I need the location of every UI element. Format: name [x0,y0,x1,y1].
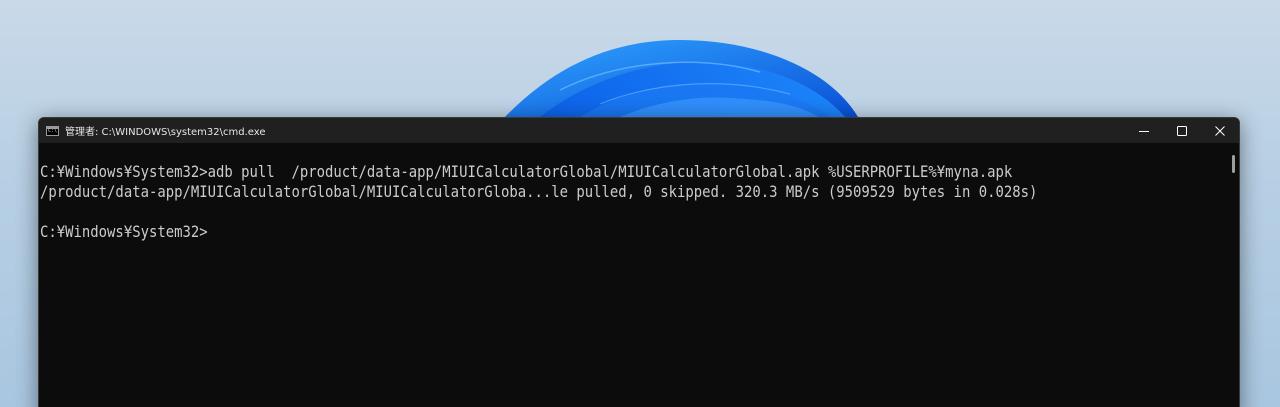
minimize-icon [1139,130,1149,132]
window-controls [1125,118,1239,143]
console-line-prompt: C:¥Windows¥System32> [40,222,208,241]
maximize-button[interactable] [1163,118,1201,143]
console-line-command: C:¥Windows¥System32>adb pull /product/da… [40,162,1013,181]
console-output[interactable]: C:¥Windows¥System32>adb pull /product/da… [39,143,1227,407]
console-line-result: /product/data-app/MIUICalculatorGlobal/M… [40,182,1038,201]
close-button[interactable] [1201,118,1239,143]
vertical-scrollbar[interactable] [1232,155,1235,173]
title-bar[interactable]: 管理者: C:\WINDOWS\system32\cmd.exe [39,118,1239,143]
cmd-app-icon[interactable] [46,125,59,136]
maximize-icon [1177,125,1187,136]
cmd-window: 管理者: C:\WINDOWS\system32\cmd.exe C:¥Win [38,117,1240,407]
minimize-button[interactable] [1125,118,1163,143]
close-icon [1215,125,1225,136]
window-title: 管理者: C:\WINDOWS\system32\cmd.exe [65,127,266,138]
